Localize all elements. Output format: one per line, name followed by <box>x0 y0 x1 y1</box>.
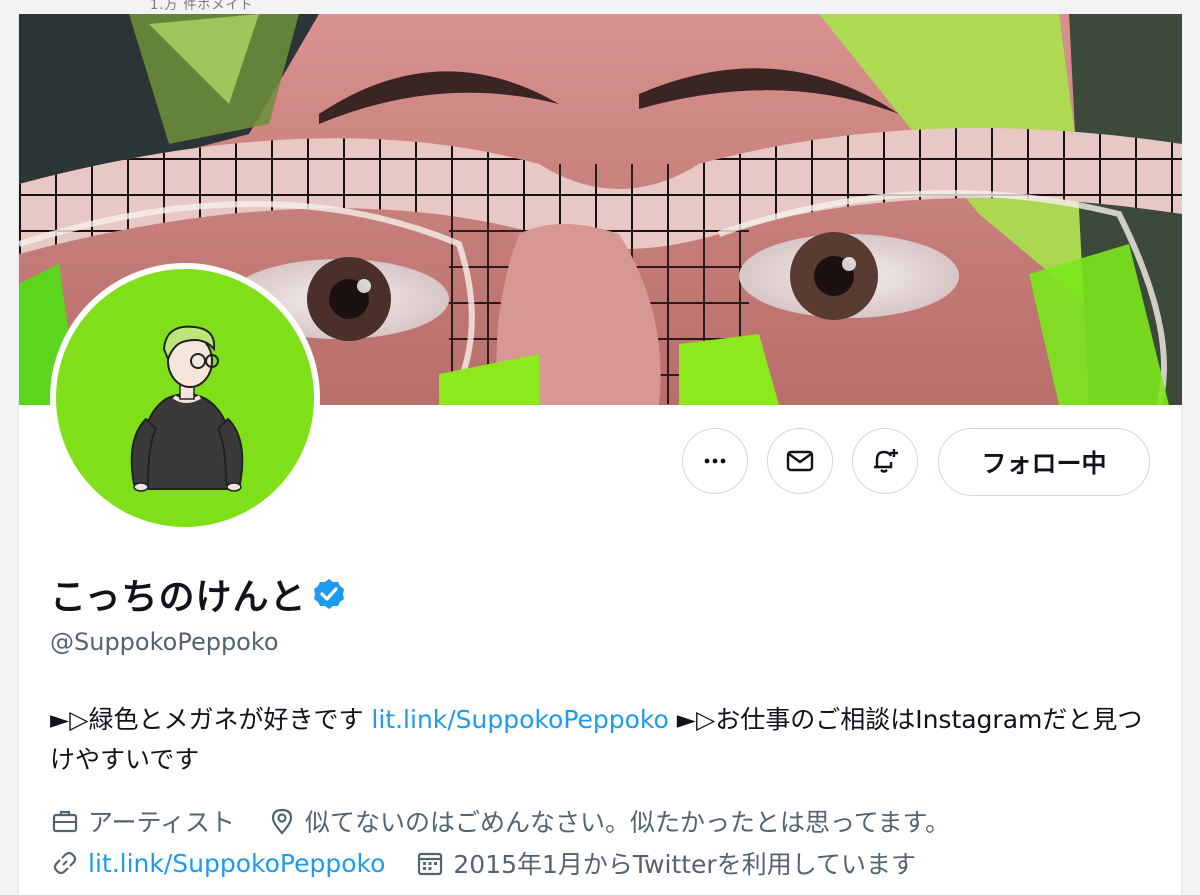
more-button[interactable] <box>682 428 748 494</box>
joined-item: 2015年1月からTwitterを利用しています <box>415 845 916 881</box>
location-pin-icon <box>271 808 293 835</box>
bio-link[interactable]: lit.link/SuppokoPeppoko <box>371 705 668 734</box>
top-partial-text: 1.万 件ボメイト <box>150 0 254 13</box>
notifications-button[interactable] <box>852 428 918 494</box>
profile-meta-row-1: アーティスト 似てないのはごめんなさい。似たかったとは思ってます。 <box>50 803 950 839</box>
briefcase-icon <box>52 810 78 833</box>
calendar-icon <box>418 852 443 876</box>
profile-bio: ►▷緑色とメガネが好きです lit.link/SuppokoPeppoko ►▷… <box>50 700 1150 780</box>
envelope-icon <box>786 450 814 472</box>
location-item: 似てないのはごめんなさい。似たかったとは思ってます。 <box>267 803 950 839</box>
location-text: 似てないのはごめんなさい。似たかったとは思ってます。 <box>305 808 951 837</box>
following-button[interactable]: フォロー中 <box>938 428 1150 496</box>
top-strip: 1.万 件ボメイト <box>0 0 1200 14</box>
display-name: こっちのけんと <box>50 577 307 618</box>
left-gutter <box>0 0 18 895</box>
more-horizontal-icon <box>704 458 726 464</box>
category-text: アーティスト <box>88 808 236 837</box>
profile-avatar[interactable] <box>50 263 320 533</box>
website-item[interactable]: lit.link/SuppokoPeppoko <box>50 848 385 878</box>
user-handle: @SuppokoPeppoko <box>50 628 279 656</box>
link-icon <box>53 851 77 875</box>
right-gutter <box>1182 0 1200 895</box>
joined-text: 2015年1月からTwitterを利用しています <box>453 850 916 879</box>
bell-plus-icon <box>874 449 898 473</box>
message-button[interactable] <box>767 428 833 494</box>
verified-badge-icon[interactable] <box>312 577 346 611</box>
name-row: こっちのけんと <box>50 568 346 620</box>
avatar-illustration <box>130 325 244 492</box>
bio-text-1: ►▷緑色とメガネが好きです <box>50 705 372 734</box>
category-item: アーティスト <box>50 803 235 839</box>
profile-meta-row-2: lit.link/SuppokoPeppoko 2015年1月からTwitter… <box>50 845 916 881</box>
website-link[interactable]: lit.link/SuppokoPeppoko <box>88 849 385 878</box>
